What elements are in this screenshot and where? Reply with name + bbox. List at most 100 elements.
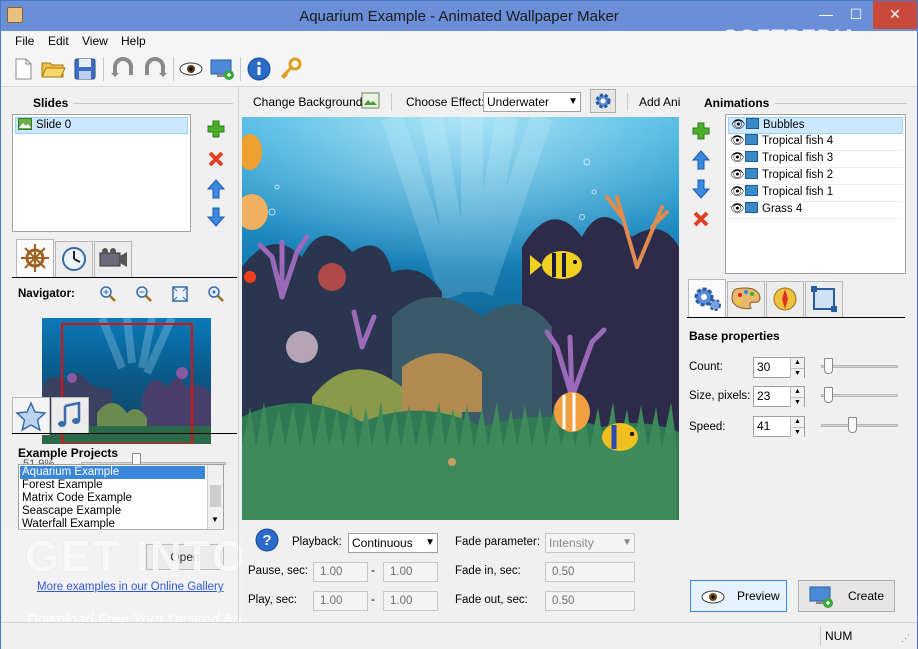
move-animation-down-icon[interactable] (691, 179, 711, 202)
menu-edit[interactable]: Edit (48, 34, 69, 48)
slides-list[interactable]: Slide 0 (12, 114, 191, 232)
pause-from-input[interactable]: 1.00 (313, 562, 368, 582)
tab-appearance[interactable] (727, 281, 765, 317)
example-item-matrix[interactable]: Matrix Code Example (20, 492, 221, 505)
delete-slide-icon[interactable] (206, 149, 226, 172)
star-icon (15, 401, 47, 432)
tab-motion[interactable] (766, 281, 804, 317)
undo-icon[interactable] (109, 55, 137, 83)
preview-eye-icon[interactable] (177, 55, 205, 83)
play-to-input[interactable]: 1.00 (383, 591, 438, 611)
animations-list[interactable]: 👁 Bubbles 👁 Tropical fish 4 👁 Tropical fish… (725, 114, 906, 274)
spin-up-icon[interactable]: ▲ (790, 358, 804, 368)
zoom-actual-icon[interactable] (207, 285, 225, 306)
pause-dash: - (371, 565, 375, 577)
animation-item-fish-3[interactable]: 👁 Tropical fish 3 (728, 151, 903, 168)
animation-item-fish-2[interactable]: 👁 Tropical fish 2 (728, 168, 903, 185)
create-button[interactable]: Create (798, 580, 895, 612)
animation-label: Grass 4 (762, 203, 803, 215)
tab-music[interactable] (51, 397, 89, 433)
toolbar-separator (240, 57, 241, 81)
move-animation-up-icon[interactable] (691, 150, 711, 173)
spin-up-icon[interactable]: ▲ (790, 417, 804, 427)
separator (391, 93, 392, 111)
play-from-input[interactable]: 1.00 (313, 591, 368, 611)
preview-button[interactable]: Preview (690, 580, 787, 612)
open-folder-icon[interactable] (39, 55, 67, 83)
scroll-down-icon[interactable]: ▼ (211, 515, 219, 524)
animation-item-fish-4[interactable]: 👁 Tropical fish 4 (728, 134, 903, 151)
example-projects-list[interactable]: Aquarium Example Forest Example Matrix C… (18, 464, 224, 530)
slide-item[interactable]: Slide 0 (15, 117, 188, 134)
animation-thumbnail-icon (745, 168, 758, 179)
add-animation-icon[interactable] (691, 121, 711, 144)
preview-label: Preview (737, 589, 780, 603)
size-spinner[interactable]: 23 ▲ ▼ (753, 386, 805, 407)
example-item-aquarium[interactable]: Aquarium Example (20, 466, 205, 479)
delete-animation-icon[interactable] (691, 209, 711, 232)
help-icon[interactable]: ? (255, 528, 279, 555)
animation-item-bubbles[interactable]: 👁 Bubbles (728, 117, 903, 134)
spin-down-icon[interactable]: ▼ (790, 397, 804, 407)
animation-item-grass-4[interactable]: 👁 Grass 4 (728, 202, 903, 219)
size-slider-thumb[interactable] (824, 387, 833, 403)
zoom-in-icon[interactable] (99, 285, 117, 306)
splitter[interactable] (238, 87, 239, 622)
examples-scrollbar[interactable]: ▼ (207, 465, 223, 529)
tab-navigator[interactable] (16, 239, 54, 277)
playback-select[interactable]: Continuous ▼ (348, 533, 438, 553)
visibility-eye-icon[interactable]: 👁 (730, 185, 745, 200)
fade-in-input[interactable]: 0.50 (545, 562, 635, 582)
tab-area[interactable] (805, 281, 843, 317)
tab-examples[interactable] (12, 397, 50, 435)
chevron-down-icon: ▼ (568, 96, 578, 107)
scrollbar-thumb[interactable] (210, 485, 221, 507)
effect-settings-button[interactable] (590, 89, 616, 113)
spin-up-icon[interactable]: ▲ (790, 387, 804, 397)
animation-thumbnail-icon (745, 151, 758, 162)
effect-select[interactable]: Underwater ▼ (483, 92, 581, 112)
tab-base-properties[interactable] (688, 279, 726, 317)
menu-view[interactable]: View (82, 34, 108, 48)
spin-down-icon[interactable]: ▼ (790, 427, 804, 437)
count-slider-thumb[interactable] (824, 358, 833, 374)
pause-to-input[interactable]: 1.00 (383, 562, 438, 582)
visibility-eye-icon[interactable]: 👁 (730, 151, 745, 166)
redo-icon[interactable] (141, 55, 169, 83)
underwater-scene-image (242, 117, 679, 520)
count-spinner[interactable]: 30 ▲ ▼ (753, 357, 805, 378)
info-icon[interactable] (245, 55, 273, 83)
add-slide-icon[interactable] (206, 119, 226, 142)
speed-slider[interactable] (821, 424, 898, 427)
menu-help[interactable]: Help (121, 34, 146, 48)
visibility-eye-icon[interactable]: 👁 (730, 202, 745, 217)
speed-spinner[interactable]: 41 ▲ ▼ (753, 416, 805, 437)
fade-out-input[interactable]: 0.50 (545, 591, 635, 611)
visibility-eye-icon[interactable]: 👁 (730, 134, 745, 149)
move-slide-up-icon[interactable] (206, 179, 226, 202)
key-icon[interactable] (277, 55, 305, 83)
resize-grip-icon[interactable]: ⋰ (901, 633, 910, 644)
change-background-label[interactable]: Change Background (253, 95, 362, 109)
zoom-out-icon[interactable] (135, 285, 153, 306)
close-button[interactable]: ✕ (873, 1, 917, 29)
visibility-eye-icon[interactable]: 👁 (730, 168, 745, 183)
animation-item-fish-1[interactable]: 👁 Tropical fish 1 (728, 185, 903, 202)
spin-down-icon[interactable]: ▼ (790, 368, 804, 378)
add-animation-label[interactable]: Add Anim (639, 95, 681, 109)
speed-slider-thumb[interactable] (848, 417, 857, 433)
wallpaper-canvas[interactable] (242, 117, 679, 520)
example-item-seascape[interactable]: Seascape Example (20, 505, 221, 518)
tab-camera[interactable] (94, 241, 132, 277)
save-icon[interactable] (71, 55, 99, 83)
change-background-icon[interactable] (361, 91, 381, 114)
move-slide-down-icon[interactable] (206, 207, 226, 230)
tab-timing[interactable] (55, 241, 93, 277)
create-wallpaper-icon[interactable] (208, 55, 236, 83)
zoom-fit-icon[interactable] (171, 285, 189, 306)
example-item-forest[interactable]: Forest Example (20, 479, 221, 492)
fade-parameter-select[interactable]: Intensity ▼ (545, 533, 635, 553)
new-file-icon[interactable] (9, 55, 37, 83)
menu-file[interactable]: File (15, 34, 34, 48)
visibility-eye-icon[interactable]: 👁 (731, 118, 746, 133)
